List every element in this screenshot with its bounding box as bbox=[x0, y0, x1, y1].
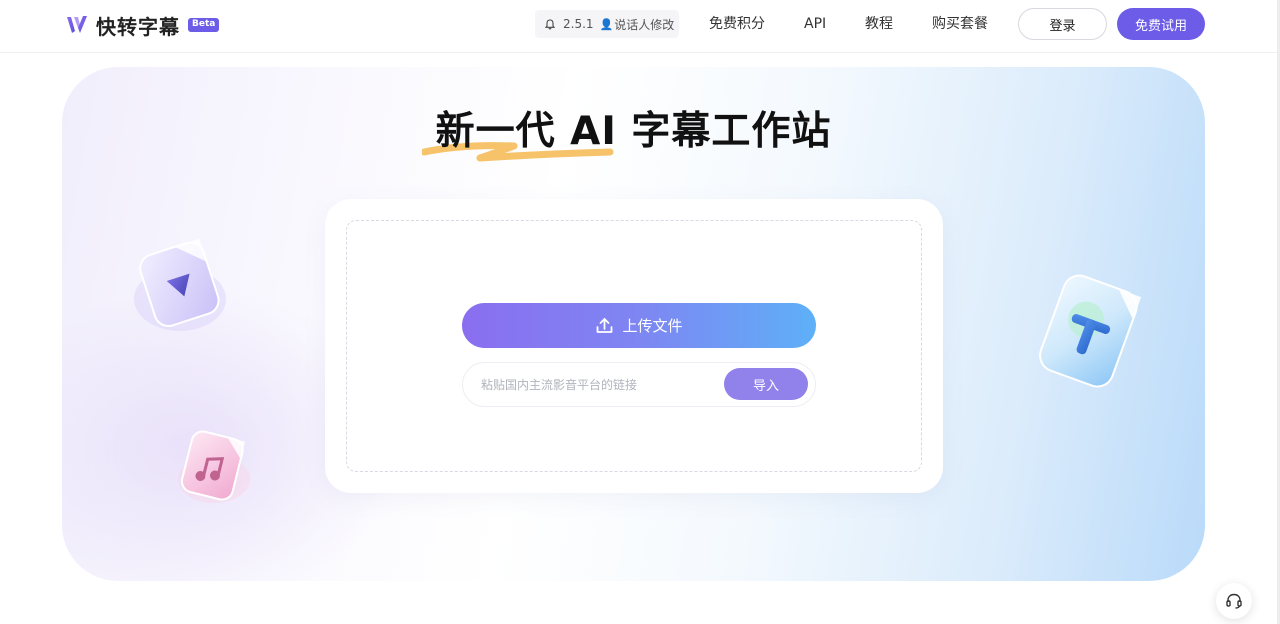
person-icon: 👤 bbox=[599, 17, 614, 31]
nav-api[interactable]: API bbox=[804, 14, 826, 34]
bell-icon bbox=[545, 18, 555, 29]
customer-support-button[interactable] bbox=[1216, 583, 1252, 619]
upload-file-button[interactable]: 上传文件 bbox=[462, 303, 816, 348]
media-link-input[interactable] bbox=[481, 375, 711, 395]
version-number: 2.5.1 bbox=[563, 17, 594, 31]
beta-badge: Beta bbox=[188, 18, 220, 32]
brand-name: 快转字幕 bbox=[96, 14, 180, 39]
upload-file-label: 上传文件 bbox=[622, 317, 683, 335]
logo-icon bbox=[67, 16, 87, 33]
headset-icon bbox=[1226, 593, 1242, 609]
nav-tutorial[interactable]: 教程 bbox=[865, 14, 893, 34]
upload-icon bbox=[597, 318, 613, 333]
login-button[interactable]: 登录 bbox=[1018, 8, 1107, 40]
import-button[interactable]: 导入 bbox=[724, 368, 808, 400]
music-file-icon bbox=[178, 430, 250, 503]
top-navbar: 快转字幕 Beta 2.5.1 👤 说话人修改 免费积分 API 教程 购买套餐… bbox=[0, 0, 1280, 53]
version-pill[interactable]: 2.5.1 👤 说话人修改 bbox=[535, 10, 679, 38]
nav-free-credits[interactable]: 免费积分 bbox=[709, 14, 765, 34]
hero-title: 新一代 AI 字幕工作站 bbox=[435, 109, 832, 154]
hero-section: 新一代 AI 字幕工作站 上传文件 粘贴国内主流影音平台的链接 导入 bbox=[62, 67, 1205, 581]
nav-pricing[interactable]: 购买套餐 bbox=[932, 14, 988, 34]
text-file-icon bbox=[1039, 274, 1142, 388]
link-import-box: 导入 bbox=[462, 362, 816, 407]
brand-logo[interactable]: 快转字幕 Beta bbox=[66, 12, 220, 39]
video-file-icon bbox=[134, 238, 226, 331]
free-trial-button[interactable]: 免费试用 bbox=[1117, 8, 1205, 40]
upload-card: 上传文件 导入 bbox=[325, 199, 943, 493]
file-dropzone[interactable]: 上传文件 导入 bbox=[346, 220, 922, 472]
speaker-edit-text: 说话人修改 bbox=[614, 17, 675, 32]
